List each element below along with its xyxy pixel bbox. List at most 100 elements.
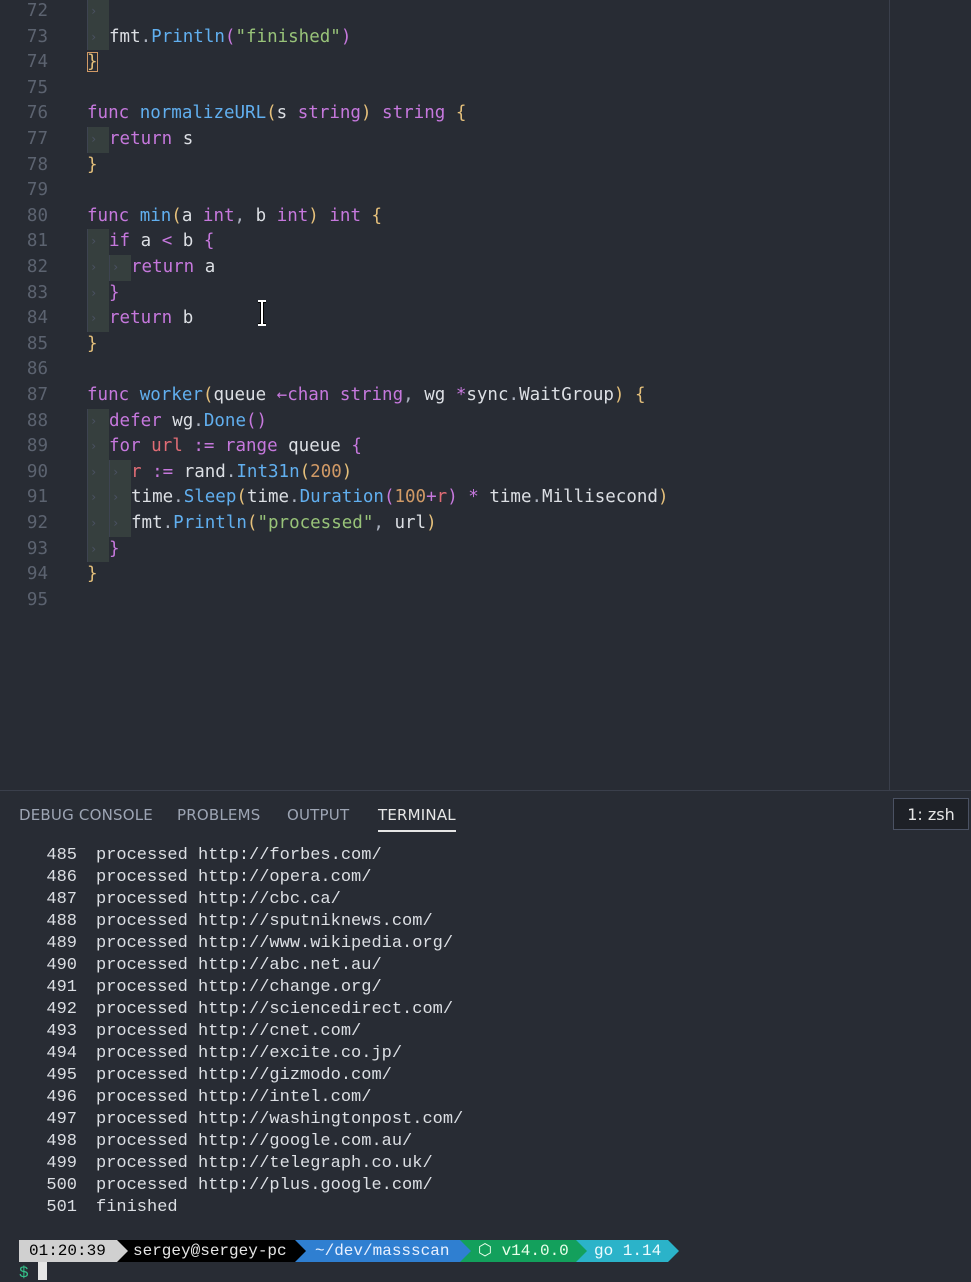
code-line[interactable]: 78} [0, 153, 880, 179]
code-token: := [193, 436, 225, 457]
prompt-go-version: go 1.14 [576, 1240, 679, 1262]
indent-guide: › [109, 255, 131, 281]
code-line[interactable]: 74} [0, 50, 880, 76]
terminal-select[interactable]: 1: zsh [893, 798, 969, 830]
code-content: › › fmt.Println("processed", url) [87, 511, 437, 537]
code-token: ) [657, 487, 669, 508]
line-number: 80 [26, 205, 48, 226]
line-number: 92 [26, 513, 48, 533]
code-token: . [531, 487, 543, 508]
code-line[interactable]: 89 › for url := range queue { [0, 434, 880, 460]
code-token: int [202, 205, 235, 226]
code-line[interactable]: 94} [0, 562, 880, 588]
code-token: sync [466, 385, 509, 405]
line-number: 91 [26, 487, 48, 508]
terminal-line-text: processed http://sputniknews.com/ [96, 912, 433, 931]
code-token: time [246, 487, 290, 508]
indent-guide: › [109, 485, 131, 511]
line-number: 90 [26, 461, 48, 482]
code-token: * [468, 487, 490, 508]
code-line[interactable]: 73 › fmt.Println("finished") [0, 24, 880, 51]
tab-problems[interactable]: PROBLEMS [177, 806, 260, 824]
code-token: } [109, 282, 120, 303]
code-line[interactable]: 83 ›} [0, 280, 880, 307]
code-line[interactable]: 93 ›} [0, 536, 880, 563]
line-number: 79 [26, 180, 48, 201]
code-token: } [87, 154, 98, 175]
code-line[interactable]: 91 › › time.Sleep(time.Duration(100+r) * ti… [0, 485, 880, 511]
code-content: › fmt.Println("finished") [87, 24, 352, 51]
code-token: for [109, 436, 152, 457]
code-token: { [634, 385, 646, 405]
code-token: ) [340, 26, 352, 47]
line-number: 73 [26, 26, 48, 47]
terminal-line-text: processed http://plus.google.com/ [96, 1176, 433, 1195]
code-line[interactable]: 76 func normalizeURL(s string) string { [0, 101, 880, 127]
code-line[interactable]: 72 › [0, 0, 880, 25]
tab-debug-console[interactable]: DEBUG CONSOLE [19, 806, 153, 824]
code-line[interactable]: 95 [0, 588, 880, 614]
line-number: 87 [26, 385, 48, 405]
code-token: . [193, 410, 204, 431]
code-line[interactable]: 90 › › r := rand.Int31n(200) [0, 459, 880, 486]
i-beam-cursor-icon [258, 300, 266, 326]
code-content: › › time.Sleep(time.Duration(100+r) * time… [87, 485, 669, 511]
code-token: url [394, 513, 427, 533]
code-line[interactable]: 79 [0, 178, 880, 204]
code-line[interactable]: 88 › defer wg.Done() [0, 408, 880, 435]
code-token: a [140, 231, 162, 252]
indent-guide: › [87, 255, 109, 281]
line-number: 78 [26, 154, 48, 175]
code-line[interactable]: 86 [0, 357, 880, 383]
terminal-line-text: processed http://forbes.com/ [96, 846, 382, 865]
code-token: . [173, 487, 184, 508]
code-line[interactable]: 77 › return s [0, 127, 880, 153]
code-line[interactable]: 81 › if a < b { [0, 229, 880, 255]
code-content: func worker(queue ←chan string, wg *sync… [87, 383, 646, 409]
code-token: defer [109, 410, 173, 431]
line-number: 81 [26, 231, 48, 252]
indent-guide: › [87, 24, 109, 51]
indent-guide: › [87, 280, 109, 307]
terminal-line-number: 494 [46, 1044, 77, 1063]
terminal-line-number: 493 [46, 1022, 77, 1041]
code-token: , [373, 513, 395, 533]
code-line[interactable]: 75 [0, 76, 880, 102]
code-token: Done [203, 410, 246, 431]
code-token: time [131, 487, 174, 508]
terminal-line-number: 485 [46, 846, 77, 865]
code-token: ( [171, 205, 182, 226]
code-token: r [131, 461, 153, 482]
code-line[interactable]: 85} [0, 332, 880, 358]
tab-output[interactable]: OUTPUT [287, 806, 349, 824]
code-token: Duration [299, 487, 384, 508]
code-token: s [276, 103, 298, 124]
code-editor[interactable]: 72 › 73 › fmt.Println("finished") 74} 75 76 func… [0, 0, 971, 790]
code-token: return [131, 257, 205, 277]
code-content: › [87, 0, 109, 25]
code-token: . [162, 513, 174, 533]
terminal-cursor [38, 1262, 47, 1280]
code-token: s [182, 129, 194, 149]
code-token: Int31n [236, 461, 300, 482]
code-line[interactable]: 87 func worker(queue ←chan string, wg *sy… [0, 383, 880, 409]
code-line[interactable]: 80 func min(a int, b int) int { [0, 204, 880, 230]
indent-guide: › [87, 536, 109, 563]
line-number: 76 [26, 103, 48, 124]
code-token: rand [183, 461, 226, 482]
code-token: 100 [394, 487, 427, 508]
terminal-line-number: 491 [46, 978, 77, 997]
code-token: + [426, 487, 437, 508]
code-line[interactable]: 92 › › fmt.Println("processed", url) [0, 511, 880, 537]
code-line[interactable]: 84 › return b [0, 306, 880, 332]
line-number: 84 [26, 308, 48, 329]
code-token: wg [172, 410, 194, 431]
line-number: 75 [26, 77, 48, 98]
indent-guide: › [109, 459, 131, 486]
tab-terminal[interactable]: TERMINAL [378, 806, 456, 832]
code-line[interactable]: 82 › › return a [0, 255, 880, 281]
code-token: ← [276, 385, 288, 405]
terminal-line-number: 487 [46, 890, 77, 909]
prompt-node-version: ⬡ v14.0.0 [460, 1240, 587, 1262]
